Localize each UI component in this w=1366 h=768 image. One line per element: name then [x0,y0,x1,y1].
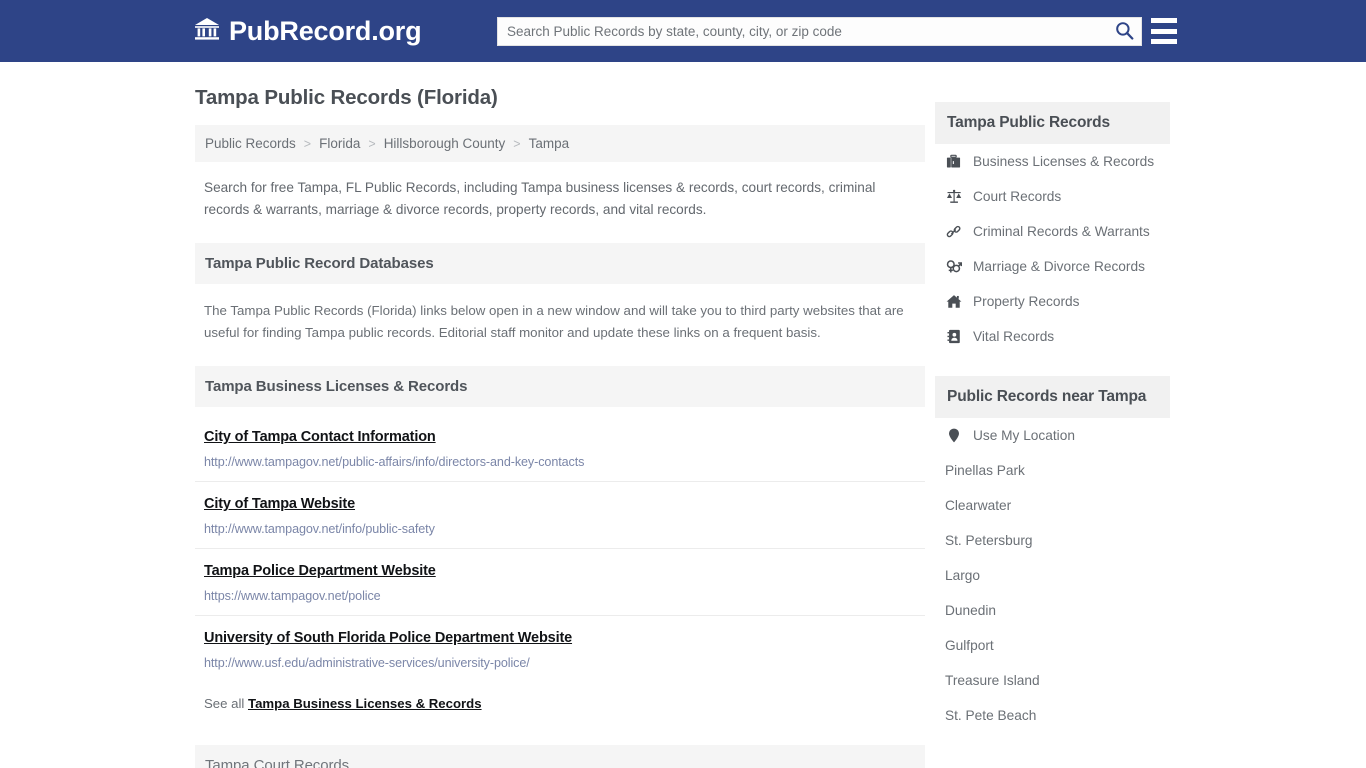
sidebar-item-clearwater[interactable]: Clearwater [935,488,1170,523]
record-link-url: http://www.tampagov.net/public-affairs/i… [204,455,585,470]
record-link-url: http://www.tampagov.net/info/public-safe… [204,522,435,537]
record-link-url: https://www.tampagov.net/police [204,589,381,604]
balance-scale-icon [945,189,962,204]
record-link-url: http://www.usf.edu/administrative-servic… [204,656,530,671]
intro-paragraph: Search for free Tampa, FL Public Records… [204,180,876,218]
see-all-row: See all Tampa Business Licenses & Record… [204,696,925,711]
venus-mars-icon [945,259,962,274]
sidebar: Tampa Public Records Business Licenses &… [935,62,1170,733]
bank-landmark-icon [194,17,220,46]
breadcrumb-separator: > [368,136,376,151]
sidebar-item-label: Vital Records [973,329,1055,344]
sidebar-item-gulfport[interactable]: Gulfport [935,628,1170,663]
section-header-court-records: Tampa Court Records [195,745,925,768]
breadcrumb-separator: > [513,136,521,151]
sidebar-item-label: Business Licenses & Records [973,154,1155,169]
sidebar-item-label: Property Records [973,294,1080,309]
map-pin-icon [945,428,962,443]
sidebar-item-pinellas-park[interactable]: Pinellas Park [935,453,1170,488]
search-icon [1115,21,1134,43]
sidebar-item-dunedin[interactable]: Dunedin [935,593,1170,628]
sidebar-records-list: Business Licenses & Records Court Record… [935,144,1170,354]
breadcrumb: Public Records > Florida > Hillsborough … [195,125,925,162]
list-item: University of South Florida Police Depar… [195,616,925,682]
sidebar-item-label: Marriage & Divorce Records [973,259,1145,274]
sidebar-item-label: Criminal Records & Warrants [973,224,1150,239]
sidebar-near-list: Use My Location Pinellas Park Clearwater… [935,418,1170,733]
sidebar-item-label: Use My Location [973,428,1075,443]
record-link-title[interactable]: Tampa Police Department Website [204,563,436,579]
site-header: PubRecord.org [0,0,1366,62]
section-header-databases: Tampa Public Record Databases [195,243,925,285]
sidebar-heading-records: Tampa Public Records [935,102,1170,144]
sidebar-item-criminal-records[interactable]: Criminal Records & Warrants [935,214,1170,249]
breadcrumb-item-florida[interactable]: Florida [319,136,360,151]
page-title: Tampa Public Records (Florida) [195,86,498,109]
sidebar-heading-near: Public Records near Tampa [935,376,1170,418]
sidebar-item-st-petersburg[interactable]: St. Petersburg [935,523,1170,558]
sidebar-item-court-records[interactable]: Court Records [935,179,1170,214]
breadcrumb-item-tampa: Tampa [528,136,570,151]
see-all-prefix: See all [204,696,245,712]
section-header-business-licenses: Tampa Business Licenses & Records [195,366,925,408]
briefcase-icon [945,154,962,169]
see-all-link[interactable]: Tampa Business Licenses & Records [248,696,482,711]
databases-paragraph: The Tampa Public Records (Florida) links… [204,303,904,341]
hamburger-menu-icon[interactable] [1151,18,1177,44]
breadcrumb-separator: > [303,136,312,151]
chain-link-icon [945,224,962,239]
page-body: Tampa Public Records (Florida) Public Re… [0,62,1366,768]
record-link-title[interactable]: City of Tampa Contact Information [204,429,436,445]
breadcrumb-item-hillsborough-county[interactable]: Hillsborough County [384,136,506,151]
search-bar[interactable] [497,17,1142,46]
site-logo-link[interactable]: PubRecord.org [194,15,422,46]
home-icon [945,294,962,309]
record-link-title[interactable]: City of Tampa Website [204,496,355,512]
search-input[interactable] [498,18,1107,45]
list-item: City of Tampa Website http://www.tampago… [195,482,925,550]
list-item: Tampa Police Department Website https://… [195,549,925,617]
search-button[interactable] [1107,18,1141,45]
sidebar-item-largo[interactable]: Largo [935,558,1170,593]
sidebar-item-label: Court Records [973,189,1062,204]
sidebar-near-block: Public Records near Tampa Use My Locatio… [935,376,1170,733]
sidebar-item-st-pete-beach[interactable]: St. Pete Beach [935,698,1170,733]
sidebar-item-property-records[interactable]: Property Records [935,284,1170,319]
sidebar-item-business-licenses[interactable]: Business Licenses & Records [935,144,1170,179]
record-link-title[interactable]: University of South Florida Police Depar… [204,630,572,646]
breadcrumb-item-public-records[interactable]: Public Records [205,136,296,151]
sidebar-item-use-my-location[interactable]: Use My Location [935,418,1170,453]
list-item: City of Tampa Contact Information http:/… [195,415,925,483]
sidebar-item-marriage-divorce[interactable]: Marriage & Divorce Records [935,249,1170,284]
address-card-icon [945,329,962,344]
brand-name: PubRecord.org [229,15,422,46]
main-content: Tampa Public Records (Florida) Public Re… [195,62,925,768]
sidebar-item-treasure-island[interactable]: Treasure Island [935,663,1170,698]
sidebar-item-vital-records[interactable]: Vital Records [935,319,1170,354]
business-links-list: City of Tampa Contact Information http:/… [195,415,925,682]
